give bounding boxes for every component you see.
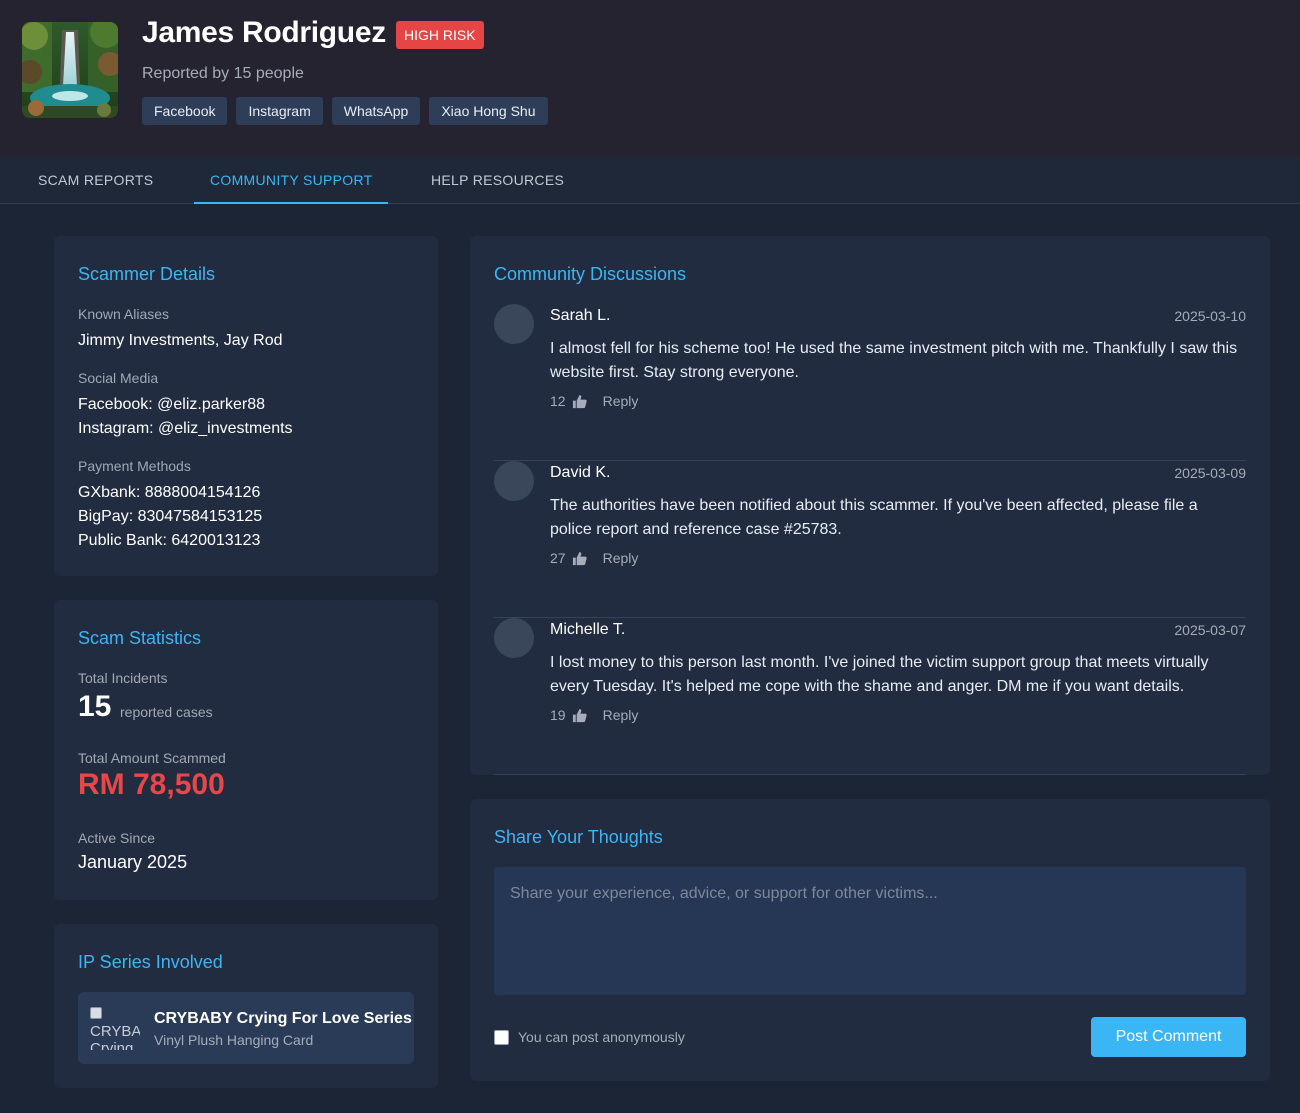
incidents-value: 15 (78, 690, 112, 723)
thumbs-up-icon[interactable] (572, 551, 587, 566)
card-title: Community Discussions (494, 264, 687, 284)
reply-button[interactable]: Reply (603, 707, 639, 723)
community-discussions-card: Community Discussions Sarah L. 2025-03-1… (470, 236, 1270, 775)
comment-text: I lost money to this person last month. … (550, 654, 1209, 695)
card-title: Share Your Thoughts (494, 827, 663, 847)
scam-statistics-card: Scam Statistics Total Incidents 15 repor… (54, 600, 438, 900)
aliases-value: Jimmy Investments, Jay Rod (78, 332, 283, 349)
card-title: Scam Statistics (78, 628, 202, 648)
comment-item: Michelle T. 2025-03-07 I lost money to t… (494, 618, 1246, 775)
profile-image (22, 22, 118, 118)
anonymous-label: You can post anonymously (518, 1029, 685, 1045)
card-title: IP Series Involved (78, 952, 223, 972)
platform-tag-instagram: Instagram (236, 97, 323, 125)
avatar (494, 618, 534, 658)
scammer-details-card: Scammer Details Known Aliases Jimmy Inve… (54, 236, 438, 576)
amount-value: RM 78,500 (78, 768, 225, 801)
broken-image-icon (90, 1007, 102, 1019)
comment-author: Sarah L. (550, 307, 611, 324)
profile-name: James Rodriguez (142, 16, 386, 49)
ip-series-card: IP Series Involved CRYBABY Crying For Lo… (54, 924, 438, 1088)
post-comment-button[interactable]: Post Comment (1091, 1017, 1246, 1057)
social-media-instagram: Instagram: @eliz_investments (78, 420, 293, 437)
anonymous-checkbox[interactable] (494, 1030, 509, 1045)
like-count: 27 (550, 550, 566, 566)
tab-scam-reports[interactable]: SCAM REPORTS (38, 157, 153, 203)
comment-actions: 19 Reply (550, 707, 638, 723)
comment-date: 2025-03-10 (1174, 308, 1246, 324)
risk-badge: HIGH RISK (396, 21, 484, 49)
aliases-label: Known Aliases (78, 306, 170, 322)
ip-series-item[interactable]: CRYBABY Crying For Love Series CRYBABY C… (78, 992, 414, 1064)
social-media-facebook: Facebook: @eliz.parker88 (78, 396, 265, 413)
platform-tags: Facebook Instagram WhatsApp Xiao Hong Sh… (142, 97, 548, 125)
comment-date: 2025-03-07 (1174, 622, 1246, 638)
share-thoughts-card: Share Your Thoughts You can post anonymo… (470, 799, 1270, 1081)
like-count: 12 (550, 393, 566, 409)
comment-actions: 27 Reply (550, 550, 638, 566)
comment-item: David K. 2025-03-09 The authorities have… (494, 461, 1246, 618)
platform-tag-facebook: Facebook (142, 97, 228, 125)
comment-author: Michelle T. (550, 621, 626, 638)
payment-gxbank: GXbank: 8888004154126 (78, 484, 261, 501)
social-media-label: Social Media (78, 370, 159, 386)
reported-count: Reported by 15 people (142, 65, 304, 82)
platform-tag-whatsapp: WhatsApp (331, 97, 421, 125)
avatar (494, 304, 534, 344)
payment-methods-label: Payment Methods (78, 458, 191, 474)
ip-image-alt: CRYBABY Crying For Love Series (90, 1023, 140, 1050)
comment-author: David K. (550, 464, 611, 481)
comment-textarea[interactable] (494, 867, 1246, 995)
waterfall-image (22, 22, 118, 118)
comment-actions: 12 Reply (550, 393, 638, 409)
ip-series-name: CRYBABY Crying For Love Series (154, 1010, 412, 1027)
thumbs-up-icon[interactable] (572, 708, 587, 723)
incidents-unit: reported cases (120, 704, 213, 720)
payment-public-bank: Public Bank: 6420013123 (78, 532, 261, 549)
ip-series-description: Vinyl Plush Hanging Card (154, 1032, 314, 1048)
tab-community-support[interactable]: COMMUNITY SUPPORT (194, 157, 389, 204)
comment-item: Sarah L. 2025-03-10 I almost fell for hi… (494, 304, 1246, 461)
avatar (494, 461, 534, 501)
reply-button[interactable]: Reply (603, 550, 639, 566)
tab-help-resources[interactable]: HELP RESOURCES (431, 157, 564, 203)
reply-button[interactable]: Reply (603, 393, 639, 409)
card-title: Scammer Details (78, 264, 216, 284)
amount-label: Total Amount Scammed (78, 750, 226, 766)
tab-bar: SCAM REPORTS COMMUNITY SUPPORT HELP RESO… (0, 157, 1300, 204)
active-since-label: Active Since (78, 830, 156, 846)
like-count: 19 (550, 707, 566, 723)
comment-text: The authorities have been notified about… (550, 497, 1198, 538)
comment-text: I almost fell for his scheme too! He use… (550, 340, 1238, 381)
platform-tag-xiaohongshu: Xiao Hong Shu (429, 97, 548, 125)
thumbs-up-icon[interactable] (572, 394, 587, 409)
ip-series-image: CRYBABY Crying For Love Series (90, 1006, 140, 1050)
active-since-value: January 2025 (78, 852, 188, 872)
profile-header: James Rodriguez HIGH RISK Reported by 15… (0, 0, 1300, 157)
incidents-label: Total Incidents (78, 670, 168, 686)
payment-bigpay: BigPay: 83047584153125 (78, 508, 263, 525)
comment-date: 2025-03-09 (1174, 465, 1246, 481)
